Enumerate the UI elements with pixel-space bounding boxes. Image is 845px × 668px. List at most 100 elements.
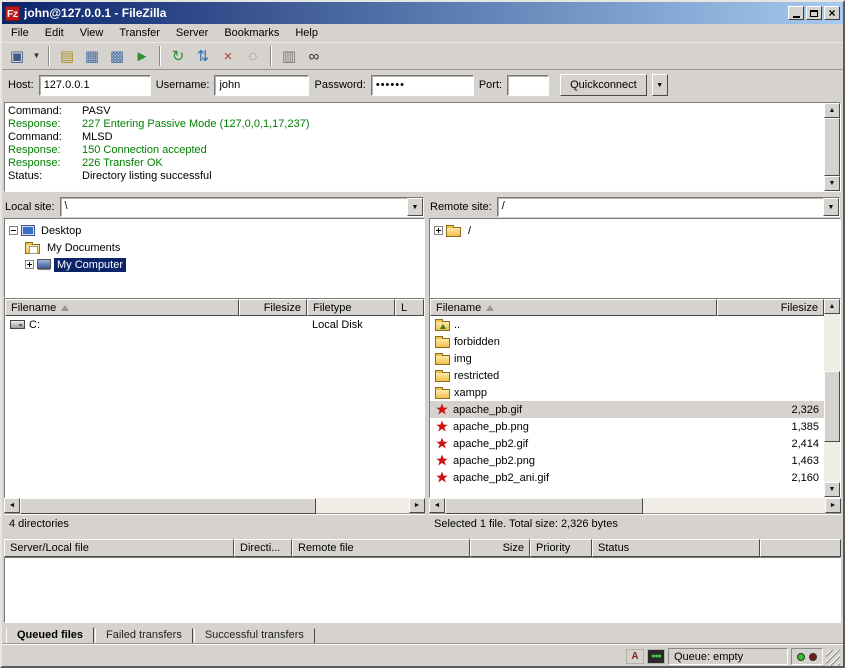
column-header-directi[interactable]: Directi... bbox=[234, 539, 292, 557]
tab-successful-transfers[interactable]: Successful transfers bbox=[194, 628, 315, 644]
menu-bookmarks[interactable]: Bookmarks bbox=[216, 25, 287, 41]
resize-grip[interactable] bbox=[826, 650, 840, 666]
cancel-icon[interactable]: × bbox=[216, 45, 240, 67]
menu-transfer[interactable]: Transfer bbox=[111, 25, 168, 41]
directory-compare-icon[interactable]: ▥ bbox=[277, 45, 301, 67]
scroll-left-icon[interactable]: ◄ bbox=[4, 498, 20, 513]
menu-file[interactable]: File bbox=[3, 25, 37, 41]
transfer-queue-icon[interactable]: ► bbox=[130, 45, 154, 67]
column-header-size[interactable]: Size bbox=[470, 539, 530, 557]
port-input[interactable] bbox=[507, 75, 549, 96]
column-header-l[interactable]: L bbox=[395, 299, 424, 316]
remote-site-dropdown-icon[interactable]: ▼ bbox=[823, 198, 839, 216]
host-input[interactable] bbox=[39, 75, 151, 96]
close-button[interactable]: × bbox=[824, 6, 840, 20]
queue-body[interactable] bbox=[4, 557, 841, 623]
disconnect-icon[interactable]: ◌ bbox=[241, 45, 265, 67]
file-row-apache-pb2-gif[interactable]: apache_pb2.gif2,414 bbox=[430, 435, 824, 452]
remote-file-rows[interactable]: ..forbiddenimgrestrictedxamppapache_pb.g… bbox=[430, 316, 824, 497]
process-queue-icon[interactable]: ⇅ bbox=[191, 45, 215, 67]
file-row-c[interactable]: C:Local Disk bbox=[5, 316, 424, 333]
file-row-apache-pb2-ani-gif[interactable]: apache_pb2_ani.gif2,160 bbox=[430, 469, 824, 486]
cancel-icon-glyph: × bbox=[224, 49, 233, 64]
log-scroll-track[interactable] bbox=[824, 118, 840, 176]
remote-hscrollbar[interactable]: ◄ ► bbox=[429, 498, 841, 514]
maximize-button[interactable] bbox=[806, 6, 822, 20]
file-row-[interactable]: .. bbox=[430, 316, 824, 333]
tree-item-my-computer[interactable]: My Computer bbox=[7, 256, 422, 273]
quickconnect-button[interactable]: Quickconnect bbox=[560, 74, 647, 96]
local-site-dropdown-icon[interactable]: ▼ bbox=[407, 198, 423, 216]
scroll-right-icon[interactable]: ► bbox=[409, 498, 425, 513]
remote-vscroll-track[interactable] bbox=[824, 314, 840, 482]
title-bar[interactable]: Fz john@127.0.0.1 - FileZilla × bbox=[2, 2, 843, 24]
message-log-icon[interactable]: ▤ bbox=[55, 45, 79, 67]
username-input[interactable] bbox=[214, 75, 309, 96]
local-tree[interactable]: DesktopMy DocumentsMy Computer bbox=[4, 218, 425, 298]
computer-icon bbox=[37, 259, 51, 269]
scroll-up-icon[interactable]: ▲ bbox=[824, 299, 840, 314]
menu-view[interactable]: View bbox=[72, 25, 112, 41]
scroll-right-icon[interactable]: ► bbox=[825, 498, 841, 513]
tab-queued-files[interactable]: Queued files bbox=[6, 627, 94, 644]
minimize-button[interactable] bbox=[788, 6, 804, 20]
file-row-xampp[interactable]: xampp bbox=[430, 384, 824, 401]
log-scrollbar[interactable]: ▲ ▼ bbox=[824, 103, 840, 191]
column-header-filename[interactable]: Filename bbox=[430, 299, 717, 316]
remote-vscroll-thumb[interactable] bbox=[824, 371, 840, 442]
scroll-left-icon[interactable]: ◄ bbox=[429, 498, 445, 513]
remote-hscroll-thumb[interactable] bbox=[445, 498, 643, 514]
column-header-priority[interactable]: Priority bbox=[530, 539, 592, 557]
menu-edit[interactable]: Edit bbox=[37, 25, 72, 41]
connect-icon[interactable]: ▣ bbox=[5, 45, 29, 67]
local-hscroll-thumb[interactable] bbox=[20, 498, 316, 514]
file-row-img[interactable]: img bbox=[430, 350, 824, 367]
file-row-forbidden[interactable]: forbidden bbox=[430, 333, 824, 350]
connect-dropdown-icon-glyph: ▼ bbox=[33, 52, 41, 60]
column-header-status[interactable]: Status bbox=[592, 539, 760, 557]
password-input[interactable] bbox=[371, 75, 474, 96]
local-tree-icon[interactable]: ▦ bbox=[80, 45, 104, 67]
file-row-restricted[interactable]: restricted bbox=[430, 367, 824, 384]
tree-item-desktop[interactable]: Desktop bbox=[7, 222, 422, 239]
remote-site-combo[interactable]: / ▼ bbox=[497, 197, 840, 217]
column-header-filename[interactable]: Filename bbox=[5, 299, 239, 316]
column-header-filetype[interactable]: Filetype bbox=[307, 299, 395, 316]
local-hscrollbar[interactable]: ◄ ► bbox=[4, 498, 425, 514]
expand-icon[interactable] bbox=[434, 226, 443, 235]
log-scroll-thumb[interactable] bbox=[824, 118, 840, 176]
transfer-mode-icon[interactable]: A bbox=[626, 649, 644, 664]
local-hscroll-track[interactable] bbox=[20, 498, 409, 514]
quickconnect-dropdown-button[interactable]: ▼ bbox=[652, 74, 668, 96]
column-header-filesize[interactable]: Filesize bbox=[239, 299, 307, 316]
find-icon[interactable]: ∞ bbox=[302, 45, 326, 67]
file-row-apache-pb2-png[interactable]: apache_pb2.png1,463 bbox=[430, 452, 824, 469]
collapse-icon[interactable] bbox=[9, 226, 18, 235]
tree-item-[interactable]: / bbox=[432, 222, 838, 239]
remote-hscroll-track[interactable] bbox=[445, 498, 825, 514]
tree-item-my-documents[interactable]: My Documents bbox=[7, 239, 422, 256]
file-row-apache-pb-gif[interactable]: apache_pb.gif2,326 bbox=[430, 401, 824, 418]
remote-tree-icon[interactable]: ▩ bbox=[105, 45, 129, 67]
scroll-up-icon[interactable]: ▲ bbox=[824, 103, 840, 118]
refresh-icon[interactable]: ↻ bbox=[166, 45, 190, 67]
menu-help[interactable]: Help bbox=[287, 25, 326, 41]
connect-dropdown-icon[interactable]: ▼ bbox=[30, 45, 43, 67]
expand-icon[interactable] bbox=[25, 260, 34, 269]
local-site-row: Local site: \ ▼ bbox=[4, 196, 425, 218]
scroll-down-icon[interactable]: ▼ bbox=[824, 482, 840, 497]
speed-display-icon[interactable]: ●●● bbox=[647, 649, 665, 664]
column-header-server-local-file[interactable]: Server/Local file bbox=[4, 539, 234, 557]
remote-vscrollbar[interactable]: ▲ ▼ bbox=[824, 299, 840, 497]
local-site-combo[interactable]: \ ▼ bbox=[60, 197, 424, 217]
local-file-rows[interactable]: C:Local Disk bbox=[5, 316, 424, 497]
column-header-filesize[interactable]: Filesize bbox=[717, 299, 824, 316]
file-row-apache-pb-png[interactable]: apache_pb.png1,385 bbox=[430, 418, 824, 435]
file-name: C: bbox=[29, 319, 40, 331]
tab-failed-transfers[interactable]: Failed transfers bbox=[95, 628, 193, 644]
scroll-down-icon[interactable]: ▼ bbox=[824, 176, 840, 191]
column-header-remote-file[interactable]: Remote file bbox=[292, 539, 470, 557]
remote-tree[interactable]: / bbox=[429, 218, 841, 298]
menu-server[interactable]: Server bbox=[168, 25, 216, 41]
file-name-cell: apache_pb2_ani.gif bbox=[430, 472, 717, 484]
